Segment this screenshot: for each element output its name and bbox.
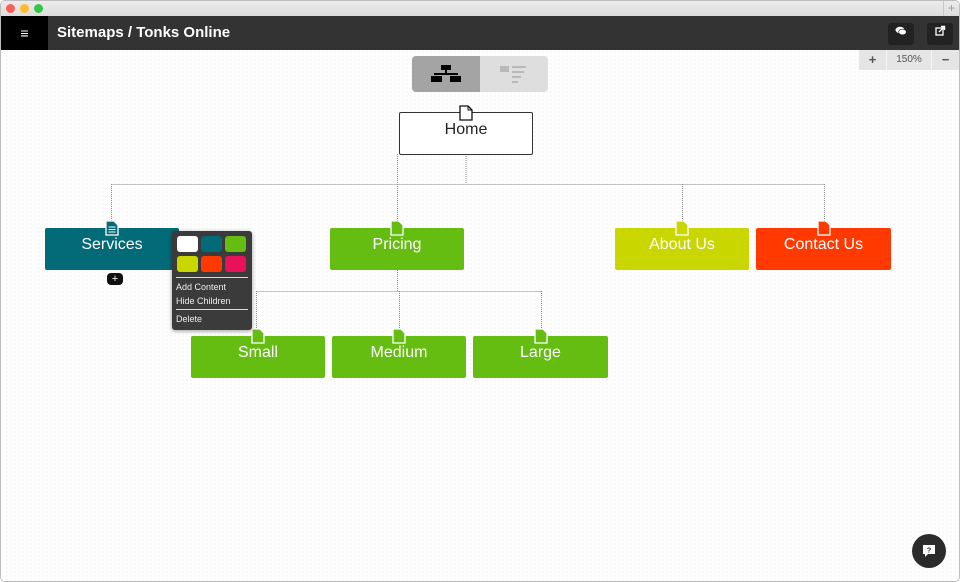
page-title: Sitemaps / Tonks Online: [57, 24, 231, 41]
app-window: + ≡ Sitemaps / Tonks Online + 150% − Hom…: [0, 0, 960, 582]
hamburger-menu-button[interactable]: ≡: [1, 16, 48, 50]
node-context-menu: Add Content Hide Children Delete: [172, 231, 252, 330]
swatch-teal[interactable]: [201, 236, 222, 252]
comments-button[interactable]: [888, 23, 914, 45]
swatch-green[interactable]: [225, 236, 246, 252]
window-titlebar: +: [1, 1, 959, 16]
node-medium[interactable]: Medium: [332, 328, 466, 378]
app-header: ≡ Sitemaps / Tonks Online: [1, 16, 959, 50]
minimize-window-button[interactable]: [20, 4, 29, 13]
page-icon: [533, 328, 548, 344]
menu-item-add-content[interactable]: Add Content: [176, 280, 248, 294]
help-chat-button[interactable]: ?: [912, 534, 946, 568]
swatch-orange[interactable]: [201, 256, 222, 272]
menu-item-delete[interactable]: Delete: [176, 312, 248, 326]
node-small[interactable]: Small: [191, 328, 325, 378]
node-services[interactable]: Services: [45, 220, 179, 270]
page-icon: [390, 220, 404, 236]
page-icon: [251, 328, 265, 344]
swatch-white[interactable]: [177, 236, 198, 252]
comments-icon: [895, 26, 907, 36]
menu-item-hide-children[interactable]: Hide Children: [176, 294, 248, 308]
swatch-lime[interactable]: [177, 256, 198, 272]
node-about-us[interactable]: About Us: [615, 220, 749, 270]
node-contact-us[interactable]: Contact Us: [756, 220, 891, 270]
page-with-content-icon: [105, 220, 119, 236]
new-tab-button[interactable]: +: [943, 1, 959, 16]
color-swatches: [177, 236, 248, 272]
menu-divider: [176, 309, 248, 310]
page-icon: [675, 220, 689, 236]
node-large[interactable]: Large: [473, 328, 608, 378]
sitemap-canvas[interactable]: + 150% − Home Services + Pricing About U…: [1, 50, 959, 581]
svg-text:?: ?: [927, 546, 932, 555]
page-icon: [816, 220, 831, 236]
page-icon: [459, 105, 473, 121]
node-pricing[interactable]: Pricing: [330, 220, 464, 270]
maximize-window-button[interactable]: [34, 4, 43, 13]
help-chat-icon: ?: [923, 545, 935, 557]
menu-divider: [176, 277, 248, 278]
add-child-page-button[interactable]: +: [107, 273, 123, 285]
close-window-button[interactable]: [6, 4, 15, 13]
share-icon: [934, 25, 945, 36]
share-button[interactable]: [927, 23, 953, 45]
page-icon: [392, 328, 406, 344]
node-home[interactable]: Home: [399, 105, 533, 155]
swatch-pink[interactable]: [225, 256, 246, 272]
